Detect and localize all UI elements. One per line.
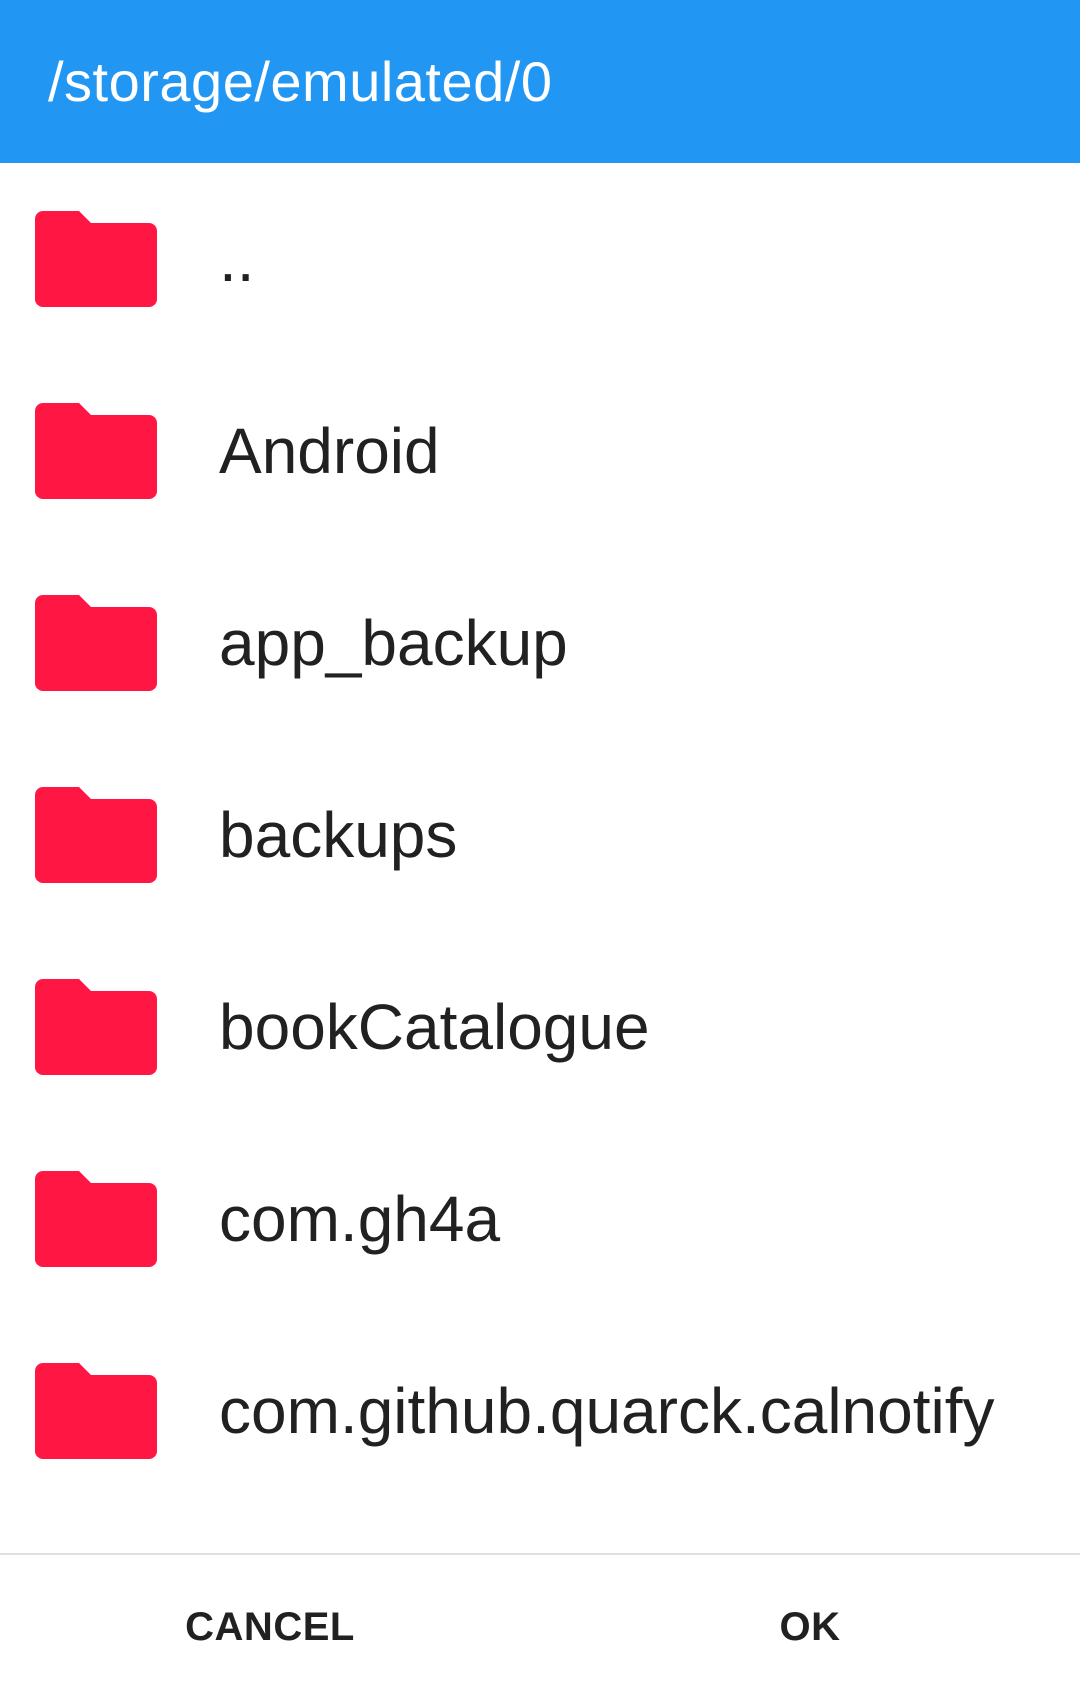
current-path-title: /storage/emulated/0: [48, 50, 553, 113]
folder-icon: [35, 787, 157, 883]
folder-icon: [35, 595, 157, 691]
folder-icon: [35, 403, 157, 499]
list-item[interactable]: backups: [0, 739, 1080, 931]
list-item[interactable]: com.github.quarck.calnotify: [0, 1315, 1080, 1507]
folder-icon: [35, 1363, 157, 1459]
dialog-header: /storage/emulated/0: [0, 0, 1080, 163]
list-item[interactable]: com.gh4a: [0, 1123, 1080, 1315]
folder-icon: [35, 1171, 157, 1267]
list-item[interactable]: Android: [0, 355, 1080, 547]
list-item-label: ..: [219, 223, 255, 295]
folder-list[interactable]: .. Android app_backup backups bookCatalo…: [0, 163, 1080, 1555]
list-item-parent[interactable]: ..: [0, 163, 1080, 355]
list-item-label: backups: [219, 799, 458, 871]
ok-button[interactable]: OK: [730, 1555, 890, 1699]
folder-icon: [35, 979, 157, 1075]
folder-picker-dialog: /storage/emulated/0 .. Android app_backu…: [0, 0, 1080, 1699]
list-item[interactable]: app_backup: [0, 547, 1080, 739]
dialog-actions: CANCEL OK: [0, 1555, 1080, 1699]
list-item-label: bookCatalogue: [219, 991, 650, 1063]
cancel-button[interactable]: CANCEL: [160, 1555, 380, 1699]
list-item-label: Android: [219, 415, 440, 487]
list-item-label: com.gh4a: [219, 1183, 501, 1255]
list-item-label: app_backup: [219, 607, 568, 679]
folder-icon: [35, 211, 157, 307]
list-item-label: com.github.quarck.calnotify: [219, 1375, 995, 1447]
list-item[interactable]: bookCatalogue: [0, 931, 1080, 1123]
